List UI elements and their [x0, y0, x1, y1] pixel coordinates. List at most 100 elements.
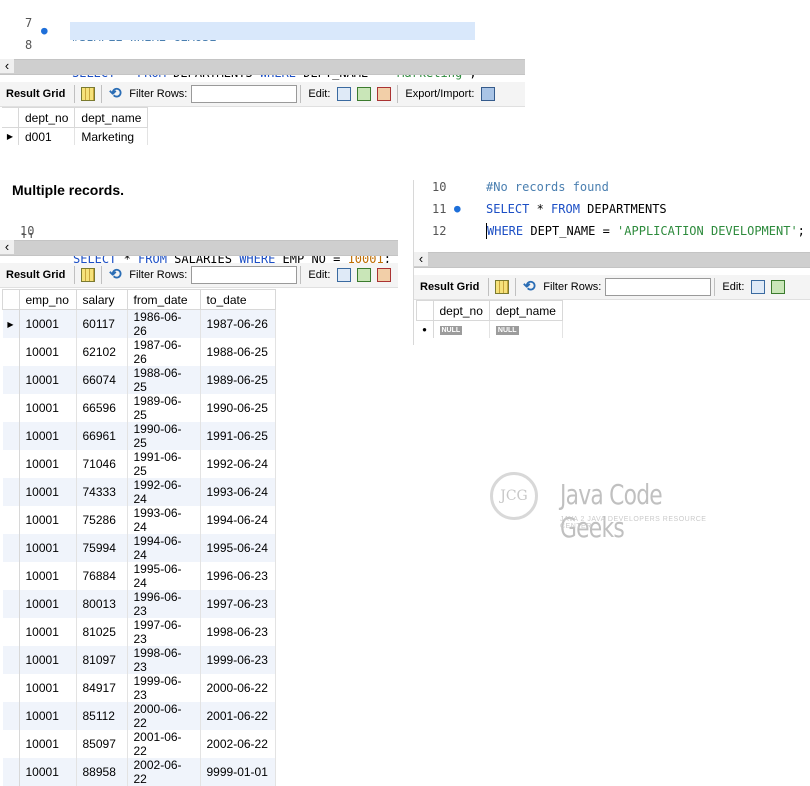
table-cell[interactable]: 1998-06-23	[127, 646, 201, 674]
table-cell[interactable]: 10001	[19, 394, 77, 422]
table-cell[interactable]: 1991-06-25	[127, 450, 201, 478]
table-cell[interactable]: 10001	[19, 702, 77, 730]
export-icon[interactable]	[481, 87, 496, 101]
table-cell[interactable]: 1995-06-24	[200, 534, 276, 562]
table-cell[interactable]: 66074	[76, 366, 128, 394]
grid-icon[interactable]	[495, 280, 510, 294]
table-cell[interactable]: 2002-06-22	[127, 758, 201, 786]
table-cell[interactable]: 1995-06-24	[127, 562, 201, 590]
delete-row-icon[interactable]	[377, 87, 392, 101]
table-cell[interactable]: 1992-06-24	[127, 478, 201, 506]
table-cell[interactable]: 10001	[19, 758, 77, 786]
table-cell[interactable]: 76884	[76, 562, 128, 590]
table-cell[interactable]: 1998-06-23	[200, 618, 276, 646]
table-cell[interactable]: 10001	[19, 478, 77, 506]
table-cell[interactable]: 66961	[76, 422, 128, 450]
table-cell[interactable]: 1992-06-24	[200, 450, 276, 478]
table-cell[interactable]: 1990-06-25	[200, 394, 276, 422]
table-cell[interactable]: 1990-06-25	[127, 422, 201, 450]
table-cell[interactable]: 1989-06-25	[127, 394, 201, 422]
table-cell[interactable]: 10001	[19, 450, 77, 478]
table-cell[interactable]: 1986-06-26	[127, 309, 201, 338]
table-cell[interactable]: 1999-06-23	[200, 646, 276, 674]
table-cell[interactable]: 10001	[19, 730, 77, 758]
editor-top[interactable]: 7 #SIMPLE WHERE CLAUSE 8 ● SELECT * FROM…	[0, 0, 525, 80]
result-grid-empty[interactable]: dept_no dept_name ● NULL NULL	[416, 300, 563, 338]
table-cell[interactable]: 10001	[19, 309, 77, 338]
table-cell[interactable]: 10001	[19, 590, 77, 618]
table-cell[interactable]: 62102	[76, 338, 128, 366]
table-row[interactable]: 10001 62102 1987-06-26 1988-06-25	[2, 338, 276, 366]
table-cell[interactable]: 75286	[76, 506, 128, 534]
add-row-icon[interactable]	[357, 268, 372, 282]
table-row[interactable]: ● NULL NULL	[416, 320, 563, 338]
edit-row-icon[interactable]	[751, 280, 766, 294]
table-row[interactable]: 10001 85097 2001-06-22 2002-06-22	[2, 730, 276, 758]
table-row[interactable]: 10001 88958 2002-06-22 9999-01-01	[2, 758, 276, 786]
grid-icon[interactable]	[81, 87, 96, 101]
table-row[interactable]: 10001 66961 1990-06-25 1991-06-25	[2, 422, 276, 450]
table-cell[interactable]: d001	[18, 127, 76, 145]
table-cell[interactable]: 10001	[19, 338, 77, 366]
table-cell[interactable]: Marketing	[74, 127, 149, 145]
table-row[interactable]: 10001 81025 1997-06-23 1998-06-23	[2, 618, 276, 646]
table-row[interactable]: ▶ 10001 60117 1986-06-26 1987-06-26	[2, 309, 276, 338]
table-cell[interactable]: 1988-06-25	[200, 338, 276, 366]
table-cell[interactable]: 80013	[76, 590, 128, 618]
table-cell[interactable]: NULL	[489, 320, 563, 338]
delete-row-icon[interactable]	[377, 268, 392, 282]
table-cell[interactable]: 60117	[76, 309, 128, 338]
result-grid-tab[interactable]: Result Grid	[414, 281, 485, 293]
table-cell[interactable]: 1997-06-23	[200, 590, 276, 618]
refresh-icon[interactable]: ⟲	[522, 279, 536, 294]
table-cell[interactable]: 81097	[76, 646, 128, 674]
horizontal-scrollbar[interactable]: ‹	[414, 252, 810, 268]
result-grid-tab[interactable]: Result Grid	[0, 269, 71, 281]
table-cell[interactable]: 71046	[76, 450, 128, 478]
table-row[interactable]: 10001 71046 1991-06-25 1992-06-24	[2, 450, 276, 478]
table-row[interactable]: 10001 84917 1999-06-23 2000-06-22	[2, 674, 276, 702]
add-row-icon[interactable]	[357, 87, 372, 101]
scroll-left-icon[interactable]: ‹	[0, 240, 14, 254]
editor-mid[interactable]: 10 ● SELECT * FROM SALARIES WHERE EMP_NO…	[0, 210, 398, 266]
table-cell[interactable]: 88958	[76, 758, 128, 786]
scroll-left-icon[interactable]: ‹	[0, 59, 14, 73]
refresh-icon[interactable]: ⟲	[108, 267, 122, 282]
table-cell[interactable]: 1987-06-26	[127, 338, 201, 366]
result-grid-departments[interactable]: dept_no dept_name ▶ d001 Marketing	[2, 107, 149, 145]
table-cell[interactable]: 2002-06-22	[200, 730, 276, 758]
table-cell[interactable]: 10001	[19, 366, 77, 394]
table-row[interactable]: 10001 81097 1998-06-23 1999-06-23	[2, 646, 276, 674]
table-cell[interactable]: 1989-06-25	[200, 366, 276, 394]
table-cell[interactable]: 75994	[76, 534, 128, 562]
horizontal-scrollbar[interactable]: ‹	[0, 59, 525, 75]
result-grid-salaries[interactable]: emp_no salary from_date to_date ▶ 10001 60…	[2, 289, 276, 786]
table-cell[interactable]: 9999-01-01	[200, 758, 276, 786]
column-header[interactable]: from_date	[126, 289, 201, 310]
table-cell[interactable]: 1994-06-24	[127, 534, 201, 562]
table-row[interactable]: 10001 76884 1995-06-24 1996-06-23	[2, 562, 276, 590]
table-row[interactable]: 10001 74333 1992-06-24 1993-06-24	[2, 478, 276, 506]
column-header[interactable]: dept_no	[17, 107, 76, 128]
table-cell[interactable]: 85112	[76, 702, 128, 730]
table-cell[interactable]: 81025	[76, 618, 128, 646]
filter-rows-input[interactable]	[191, 85, 298, 103]
table-cell[interactable]: 1987-06-26	[200, 309, 276, 338]
table-cell[interactable]: 1997-06-23	[127, 618, 201, 646]
table-row[interactable]: 10001 66596 1989-06-25 1990-06-25	[2, 394, 276, 422]
table-row[interactable]: 10001 66074 1988-06-25 1989-06-25	[2, 366, 276, 394]
table-cell[interactable]: 74333	[76, 478, 128, 506]
edit-row-icon[interactable]	[337, 87, 352, 101]
table-cell[interactable]: NULL	[433, 320, 490, 338]
table-cell[interactable]: 10001	[19, 422, 77, 450]
table-cell[interactable]: 84917	[76, 674, 128, 702]
table-cell[interactable]: 10001	[19, 534, 77, 562]
table-cell[interactable]: 1999-06-23	[127, 674, 201, 702]
column-header[interactable]: salary	[75, 289, 128, 310]
table-cell[interactable]: 1993-06-24	[200, 478, 276, 506]
table-cell[interactable]: 2000-06-22	[127, 702, 201, 730]
table-cell[interactable]: 10001	[19, 618, 77, 646]
scroll-left-icon[interactable]: ‹	[414, 252, 428, 266]
filter-rows-input[interactable]	[605, 278, 712, 296]
table-cell[interactable]: 2000-06-22	[200, 674, 276, 702]
